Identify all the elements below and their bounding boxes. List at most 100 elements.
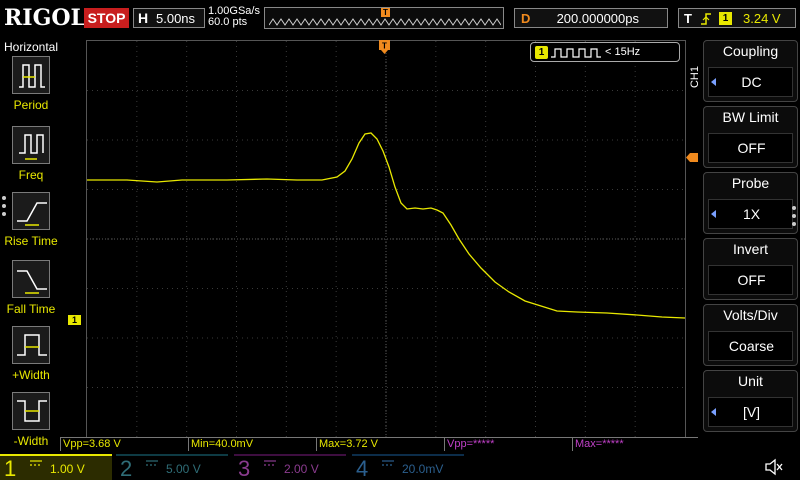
rise-time-icon	[12, 192, 50, 230]
measure-rise-time[interactable]: Rise Time	[0, 192, 62, 254]
menu-volts-div[interactable]: Volts/Div Coarse	[703, 304, 798, 366]
trigger-level-value: 3.24 V	[743, 11, 781, 26]
menu-channel-tag: CH1	[689, 66, 701, 89]
channel-scale: 20.0mV	[402, 462, 444, 476]
measurement-result[interactable]: Vpp=3.68 V	[60, 437, 188, 451]
menu-label: Volts/Div	[723, 307, 778, 323]
measurement-result[interactable]: Max=3.72 V	[316, 437, 444, 451]
channel-2-status[interactable]: 2 5.00 V	[116, 454, 228, 480]
menu-value: 1X	[742, 206, 761, 222]
channel-1-status[interactable]: 1 1.00 V	[0, 454, 112, 480]
channel-number: 3	[238, 456, 251, 480]
menu-label: Probe	[731, 175, 770, 191]
channel-scale: 2.00 V	[284, 462, 319, 476]
menu-value-box[interactable]: DC	[708, 67, 793, 97]
channel-bar: 1 1.00 V 2 5.00 V 3 2.00 V 4 20.0mV	[0, 454, 800, 480]
menu-label: BW Limit	[722, 109, 779, 125]
horizontal-label: H	[138, 10, 149, 26]
dc-coupling-icon	[146, 460, 158, 466]
menu-value: [V]	[742, 404, 761, 420]
channel-scale: 1.00 V	[50, 462, 85, 476]
graticule	[87, 41, 685, 437]
measure-label: Rise Time	[4, 234, 58, 248]
menu-probe[interactable]: Probe 1X	[703, 172, 798, 234]
channel-number: 4	[356, 456, 369, 480]
square-wave-icon	[551, 48, 601, 58]
dc-coupling-icon	[382, 460, 394, 466]
menu-value: OFF	[737, 140, 766, 156]
measure-label: Freq	[18, 168, 44, 182]
measure-label: +Width	[12, 368, 50, 382]
measure-period[interactable]: Period	[0, 56, 62, 118]
menu-unit[interactable]: Unit [V]	[703, 370, 798, 432]
svg-text:T: T	[382, 42, 387, 51]
speaker-muted-icon[interactable]	[764, 458, 784, 476]
memory-position-bar[interactable]: T	[264, 7, 504, 29]
menu-bw-limit[interactable]: BW Limit OFF	[703, 106, 798, 168]
menu-value: DC	[741, 74, 762, 90]
measure-freq[interactable]: Freq	[0, 126, 62, 188]
fall-time-icon	[12, 260, 50, 298]
horizontal-timebase-box[interactable]: H 5.00ns	[133, 8, 205, 28]
channel-4-status[interactable]: 4 20.0mV	[352, 454, 464, 480]
menu-value: Coarse	[728, 338, 775, 354]
dc-coupling-icon	[264, 460, 276, 466]
memory-depth: 60.0 pts	[208, 16, 248, 28]
menu-invert[interactable]: Invert OFF	[703, 238, 798, 300]
dc-coupling-icon	[30, 460, 42, 466]
measurement-result[interactable]: Min=40.0mV	[188, 437, 316, 451]
menu-label: Unit	[738, 373, 763, 389]
frequency-value: < 15Hz	[605, 46, 641, 58]
measure-category-title[interactable]: Horizontal	[0, 40, 62, 54]
sample-info: 1.00GSa/s 60.0 pts	[208, 6, 260, 28]
measurement-result[interactable]: Max=*****	[572, 437, 698, 451]
channel-number: 1	[4, 456, 17, 480]
pos-width-icon	[12, 326, 50, 364]
measure-label: Period	[13, 98, 49, 112]
rising-edge-icon	[701, 13, 711, 25]
freq-channel-badge: 1	[535, 46, 548, 59]
trigger-box[interactable]: T 1 3.24 V	[678, 8, 796, 28]
frequency-counter: 1 < 15Hz	[530, 42, 680, 62]
channel-number: 2	[120, 456, 133, 480]
freq-icon	[12, 126, 50, 164]
menu-value-box[interactable]: 1X	[708, 199, 793, 229]
menu-coupling[interactable]: Coupling DC	[703, 40, 798, 102]
measure-label: Fall Time	[6, 302, 56, 316]
top-status-bar: RIGOL STOP H 5.00ns 1.00GSa/s 60.0 pts T…	[0, 0, 800, 36]
channel-menu: Coupling DC BW Limit OFF Probe 1X Invert…	[703, 40, 800, 434]
measure-neg-width[interactable]: -Width	[0, 392, 62, 454]
trigger-level-arrow	[686, 153, 698, 162]
channel-scale: 5.00 V	[166, 462, 201, 476]
measure-label: -Width	[13, 434, 49, 448]
menu-value-box[interactable]: [V]	[708, 397, 793, 427]
measure-panel: Horizontal Period Freq Rise Time Fall Ti…	[0, 36, 62, 454]
memory-wave-icon	[269, 18, 501, 26]
measurement-results: Vpp=3.68 V Min=40.0mV Max=3.72 V Vpp=***…	[60, 437, 700, 451]
measure-pos-width[interactable]: +Width	[0, 326, 62, 388]
trigger-position-arrow: T	[379, 40, 390, 54]
trigger-position-marker: T	[381, 8, 390, 17]
menu-value: OFF	[737, 272, 766, 288]
trigger-label: T	[684, 11, 692, 26]
brand-logo: RIGOL	[4, 5, 86, 31]
waveform-display[interactable]	[86, 40, 686, 438]
delay-value: 200.000000ps	[556, 11, 639, 26]
period-icon	[12, 56, 50, 94]
neg-width-icon	[12, 392, 50, 430]
measure-fall-time[interactable]: Fall Time	[0, 260, 62, 322]
delay-label: D	[521, 11, 531, 26]
channel-3-status[interactable]: 3 2.00 V	[234, 454, 346, 480]
delay-box[interactable]: D 200.000000ps	[514, 8, 668, 28]
menu-scroll-dots	[792, 206, 796, 230]
menu-label: Coupling	[722, 43, 779, 59]
trigger-source-badge: 1	[719, 12, 732, 25]
measurement-result[interactable]: Vpp=*****	[444, 437, 572, 451]
run-stop-status[interactable]: STOP	[84, 8, 129, 28]
menu-label: Invert	[732, 241, 768, 257]
menu-value-box[interactable]: Coarse	[708, 331, 793, 361]
timebase-value: 5.00ns	[156, 11, 196, 26]
ch1-offset-marker[interactable]: 1	[68, 315, 81, 325]
menu-value-box[interactable]: OFF	[708, 265, 793, 295]
menu-value-box[interactable]: OFF	[708, 133, 793, 163]
